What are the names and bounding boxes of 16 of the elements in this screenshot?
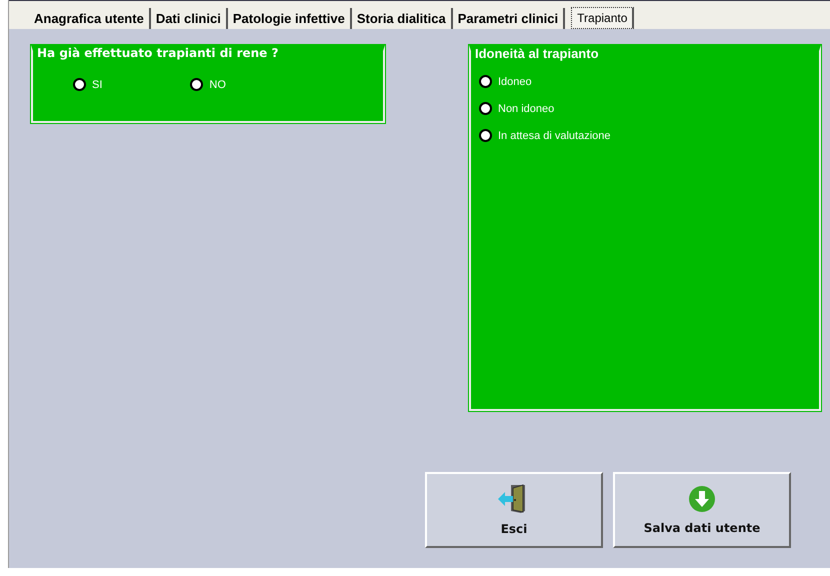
group-title: Idoneità al trapianto <box>474 46 600 61</box>
radio-button[interactable] <box>73 78 86 91</box>
tab[interactable]: Parametri clinici <box>452 8 566 29</box>
radio-button[interactable] <box>479 102 492 115</box>
group-title: Ha già effettuato trapianti di rene ? <box>36 46 280 60</box>
radio-label: Idoneo <box>498 76 532 88</box>
radio-button[interactable] <box>479 129 492 142</box>
radio-button[interactable] <box>190 78 204 91</box>
tab[interactable]: Trapianto <box>571 7 634 29</box>
radio-label: Non idoneo <box>498 102 554 114</box>
exit-button[interactable]: Esci <box>425 472 603 548</box>
radio-label: In attesa di valutazione <box>498 130 611 142</box>
radio-label: SI <box>92 78 102 90</box>
save-button[interactable]: Salva dati utente <box>613 472 791 548</box>
radio-label: NO <box>209 78 226 90</box>
radio-button[interactable] <box>479 75 492 88</box>
